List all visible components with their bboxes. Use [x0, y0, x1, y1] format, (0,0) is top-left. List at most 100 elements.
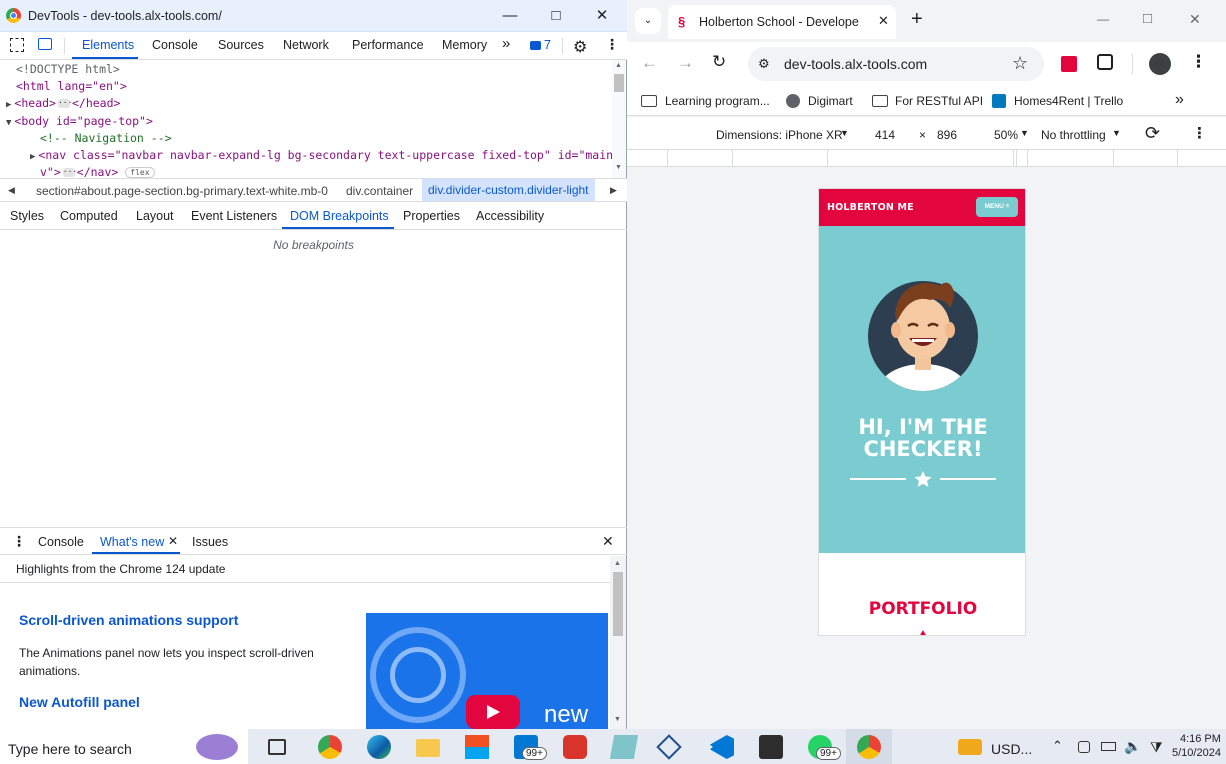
dom-line[interactable]: ▶ <nav class="navbar navbar-expand-lg bg-… [0, 147, 612, 164]
dom-line[interactable]: ▶ <head> ···</head> [0, 95, 612, 112]
whats-new-item-title[interactable]: Scroll-driven animations support [19, 612, 238, 628]
breadcrumb-item[interactable]: div.container [346, 184, 413, 198]
maximize-icon[interactable]: □ [1143, 10, 1152, 27]
tab-accessibility[interactable]: Accessibility [476, 209, 544, 223]
wifi-icon[interactable]: ⧩ [1150, 739, 1163, 756]
rotate-icon[interactable]: ⟳ [1145, 123, 1160, 144]
chevron-down-icon[interactable]: ▼ [840, 128, 849, 138]
url-text[interactable]: dev-tools.alx-tools.com [784, 56, 927, 72]
zoom-select[interactable]: 50% [994, 128, 1018, 142]
taskbar-search[interactable]: Type here to search [0, 729, 248, 764]
issues-icon[interactable] [530, 41, 541, 50]
drawer-menu-icon[interactable]: ⋮ [12, 533, 26, 550]
extensions-puzzle-icon[interactable] [1097, 54, 1113, 70]
dom-line[interactable]: ▼ <body id="page-top"> [0, 113, 612, 130]
width-input[interactable]: 414 [875, 128, 895, 142]
currency-text[interactable]: USD... [991, 741, 1032, 757]
breadcrumb-item[interactable]: section#about.page-section.bg-primary.te… [36, 184, 328, 198]
media-query-ruler[interactable] [627, 149, 1226, 167]
virtualbox-icon[interactable] [656, 734, 682, 760]
drawer-tab-issues[interactable]: Issues [192, 535, 228, 549]
breadcrumb-right-icon[interactable]: ▶ [610, 185, 617, 196]
reload-icon[interactable]: ↻ [712, 52, 726, 72]
bookmark-item[interactable]: Homes4Rent | Trello [1014, 94, 1123, 108]
edge-icon[interactable] [367, 735, 391, 759]
bookmark-item[interactable]: For RESTful API [895, 94, 983, 108]
tab-dom-breakpoints[interactable]: DOM Breakpoints [290, 209, 389, 223]
dom-line[interactable]: v"> ···</nav> flex [0, 164, 612, 178]
extension-icon[interactable] [1061, 56, 1077, 72]
whats-new-video-thumbnail[interactable]: new [366, 613, 608, 729]
close-icon[interactable]: ✕ [592, 6, 612, 26]
chrome-taskbar-icon[interactable] [857, 735, 881, 759]
store-icon[interactable] [465, 735, 489, 759]
play-icon[interactable] [466, 695, 520, 729]
tab-performance[interactable]: Performance [352, 38, 424, 52]
expand-triangle-icon[interactable]: ▶ [30, 152, 35, 162]
tab-memory[interactable]: Memory [442, 38, 487, 52]
brand-link[interactable]: HOLBERTON ME [827, 202, 914, 213]
menu-button[interactable]: MENU ≡ [976, 197, 1018, 217]
dom-line[interactable]: <!-- Navigation --> [0, 130, 612, 147]
drawer-tab-console[interactable]: Console [38, 535, 84, 549]
whats-new-item-title[interactable]: New Autofill panel [19, 694, 140, 710]
height-input[interactable]: 896 [937, 128, 957, 142]
device-select[interactable]: Dimensions: iPhone XR [716, 128, 843, 142]
address-bar[interactable]: ⚙ dev-tools.alx-tools.com ☆ [748, 47, 1044, 81]
tab-network[interactable]: Network [283, 38, 329, 52]
drawer-tab-whats-new[interactable]: What's new [100, 535, 164, 549]
back-icon[interactable]: ← [641, 53, 658, 73]
expand-triangle-icon[interactable]: ▶ [6, 100, 11, 110]
tab-console[interactable]: Console [152, 38, 198, 52]
bookmark-item[interactable]: Learning program... [665, 94, 770, 108]
vscode-icon[interactable] [710, 735, 734, 759]
inspect-element-icon[interactable] [10, 38, 24, 52]
dom-line[interactable]: <!DOCTYPE html> [0, 61, 612, 78]
more-bookmarks-icon[interactable]: » [1175, 91, 1184, 109]
device-options-icon[interactable]: ⋮ [1192, 124, 1207, 142]
chrome-taskbar-icon[interactable] [318, 735, 342, 759]
close-tab-icon[interactable]: ✕ [168, 534, 178, 548]
tab-computed[interactable]: Computed [60, 209, 118, 223]
file-explorer-icon[interactable] [416, 739, 440, 757]
device-toolbar-icon[interactable] [38, 38, 52, 50]
drawer-scrollbar[interactable]: ▲ ▼ [610, 556, 626, 730]
chevron-down-icon[interactable]: ▼ [1020, 128, 1029, 138]
tab-elements[interactable]: Elements [82, 38, 134, 52]
site-info-icon[interactable]: ⚙ [758, 56, 770, 72]
bookmark-star-icon[interactable]: ☆ [1012, 53, 1028, 74]
breadcrumb-item-selected[interactable]: div.divider-custom.divider-light [422, 179, 595, 201]
tab-styles[interactable]: Styles [10, 209, 44, 223]
flex-badge[interactable]: flex [125, 167, 155, 178]
collapse-triangle-icon[interactable]: ▼ [6, 118, 11, 128]
more-options-icon[interactable]: ⋮ [605, 36, 619, 53]
chevron-up-icon[interactable]: ⌃ [1052, 738, 1063, 754]
tab-sources[interactable]: Sources [218, 38, 264, 52]
new-tab-icon[interactable]: + [911, 8, 923, 31]
settings-gear-icon[interactable]: ⚙ [573, 37, 587, 57]
issues-count[interactable]: 7 [544, 38, 551, 52]
wps-icon[interactable] [563, 735, 587, 759]
ellipsis-icon[interactable]: ··· [57, 99, 72, 109]
dom-line[interactable]: <html lang="en"> [0, 78, 612, 95]
close-icon[interactable]: ✕ [1189, 11, 1201, 28]
currency-icon[interactable] [958, 739, 982, 755]
tab-properties[interactable]: Properties [403, 209, 460, 223]
system-clock[interactable]: 4:16 PM 5/10/2024 [1172, 732, 1221, 760]
breadcrumb-left-icon[interactable]: ◀ [8, 185, 15, 196]
minimize-icon[interactable]: — [1097, 12, 1109, 26]
ellipsis-icon[interactable]: ··· [62, 168, 77, 178]
search-highlight-icon[interactable] [196, 734, 238, 760]
forward-icon[interactable]: → [677, 53, 694, 73]
more-tabs-icon[interactable]: » [502, 35, 510, 52]
avatar[interactable] [1149, 53, 1171, 75]
close-drawer-icon[interactable]: ✕ [602, 533, 614, 550]
dom-scrollbar[interactable]: ▲ ▼ [612, 60, 626, 178]
browser-tab[interactable]: § Holberton School - Developer t ✕ [668, 5, 896, 39]
close-tab-icon[interactable]: ✕ [878, 13, 889, 29]
notepad-icon[interactable] [609, 735, 639, 759]
tab-search-icon[interactable]: ⌄ [635, 8, 661, 34]
camera-icon[interactable] [1078, 741, 1090, 753]
minimize-icon[interactable]: — [500, 6, 520, 26]
volume-icon[interactable]: 🔈 [1124, 738, 1141, 755]
